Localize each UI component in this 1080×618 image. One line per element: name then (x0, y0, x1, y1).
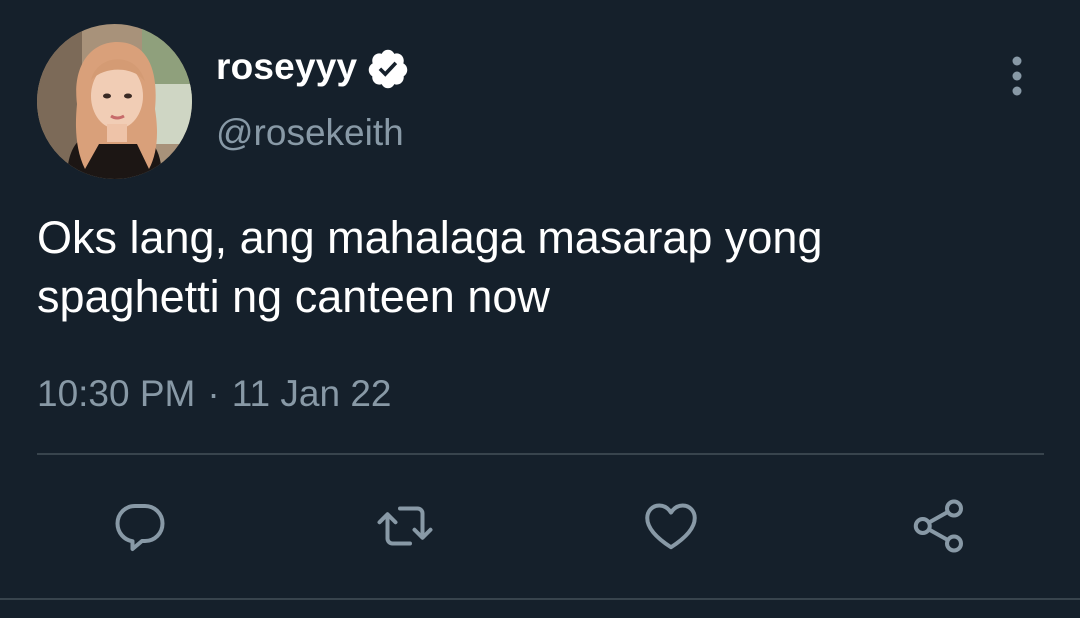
bottom-divider (0, 598, 1080, 600)
avatar[interactable] (37, 24, 192, 179)
verified-badge-icon (368, 49, 408, 89)
like-icon[interactable] (641, 496, 701, 556)
tweet-text: Oks lang, ang mahalaga masarap yong spag… (37, 208, 1027, 326)
retweet-icon[interactable] (375, 496, 435, 556)
reply-icon[interactable] (110, 496, 170, 556)
timestamp-separator: · (207, 373, 220, 414)
more-vertical-icon[interactable] (1003, 52, 1031, 100)
tweet-time: 10:30 PM (37, 373, 196, 414)
user-handle[interactable]: @rosekeith (216, 112, 404, 154)
tweet-timestamp[interactable]: 10:30 PM · 11 Jan 22 (37, 373, 391, 415)
tweet-text-line: Oks lang, ang mahalaga masarap yong (37, 212, 823, 263)
tweet-text-line: spaghetti ng canteen now (37, 271, 550, 322)
share-icon[interactable] (909, 496, 969, 556)
divider (37, 453, 1044, 455)
display-name[interactable]: roseyyy (216, 46, 357, 88)
tweet-date: 11 Jan 22 (231, 373, 392, 414)
